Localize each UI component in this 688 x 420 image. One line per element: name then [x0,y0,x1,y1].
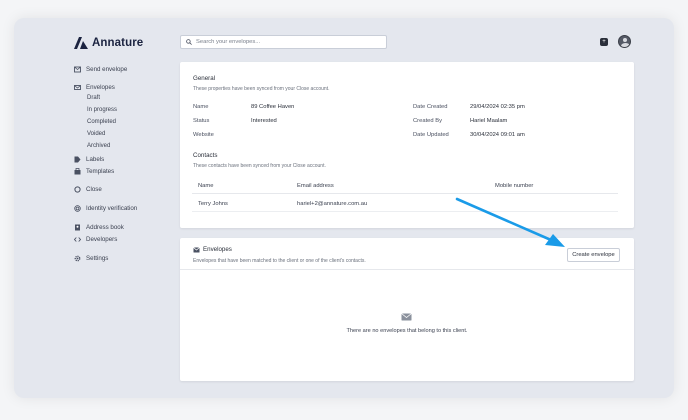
sidebar-item-label: Address book [86,223,124,231]
sidebar-item-templates[interactable]: Templates [74,166,114,176]
create-envelope-button[interactable]: Create envelope [567,248,620,262]
sidebar-item-close[interactable]: Close [74,184,102,194]
search-icon [186,39,192,45]
sidebar-item-label: Templates [86,167,115,175]
sidebar-item-label: Envelopes [86,83,115,91]
sidebar-item-send-envelope[interactable]: Send envelope [74,64,127,74]
sidebar-item-label: Send envelope [86,65,128,73]
envelope-icon [193,247,200,253]
general-card: General These properties have been synce… [180,62,634,228]
envelope-icon [74,84,81,91]
contacts-table-header: Name Email address Mobile number [192,180,618,194]
created-by-label: Created By [413,118,442,124]
avatar[interactable] [618,35,631,48]
send-icon [74,66,81,73]
empty-state-text: There are no envelopes that belong to th… [346,328,468,334]
gear-icon [74,255,81,262]
sidebar-item-developers[interactable]: Developers [74,234,117,244]
brand-logo[interactable]: Annature [74,37,143,49]
date-created-value: 29/04/2024 02:35 pm [470,104,525,110]
search-box[interactable]: Search your envelopes... [180,35,387,49]
sidebar-item-completed[interactable]: Completed [87,117,116,127]
status-label: Status [193,118,210,124]
general-subtitle: These properties have been synced from y… [193,86,330,92]
contacts-subtitle: These contacts have been synced from you… [193,163,326,169]
column-header-mobile: Mobile number [495,183,534,189]
date-updated-label: Date Updated [413,132,449,138]
contacts-title: Contacts [193,152,218,159]
search-input[interactable]: Search your envelopes... [196,39,260,45]
sidebar-item-label: Close [86,185,102,193]
status-value: Interested [251,118,277,124]
plus-square-icon[interactable]: + [600,38,608,46]
column-header-email: Email address [297,183,334,189]
sidebar-item-label: Identity verification [86,204,138,212]
contact-email: hariel+2@annature.com.au [297,201,368,207]
envelopes-card: Envelopes Envelopes that have been match… [180,238,634,381]
date-updated-value: 30/04/2024 09:01 am [470,132,525,138]
table-row[interactable]: Terry Johns hariel+2@annature.com.au [192,198,618,212]
sidebar-item-address-book[interactable]: Address book [74,222,124,232]
sidebar-item-draft[interactable]: Draft [87,93,100,103]
sidebar-item-label: Labels [86,155,105,163]
envelopes-subtitle: Envelopes that have been matched to the … [193,258,366,264]
fingerprint-icon [74,204,81,212]
code-icon [74,236,81,243]
close-crm-icon [74,185,81,193]
contact-name: Terry Johns [198,201,228,207]
sidebar-item-label: Developers [86,235,118,243]
envelopes-card-header: Envelopes Envelopes that have been match… [180,238,634,270]
envelopes-title: Envelopes [203,246,232,253]
sidebar-item-archived[interactable]: Archived [87,141,110,151]
general-title: General [193,75,216,82]
sidebar-item-envelopes[interactable]: Envelopes [74,82,115,92]
website-label: Website [193,132,214,138]
app-window: Annature Send envelope Envelopes Draft I… [14,18,674,398]
column-header-name: Name [198,183,214,189]
sidebar-item-voided[interactable]: Voided [87,129,105,139]
name-value: 89 Coffee Haven [251,104,295,110]
sidebar-item-label: Settings [86,254,109,262]
address-book-icon [74,224,81,231]
empty-envelope-icon [401,313,412,321]
sidebar-item-identity-verification[interactable]: Identity verification [74,203,137,213]
sidebar-item-labels[interactable]: Labels [74,154,104,164]
template-icon [74,167,81,175]
annature-logo-icon [74,37,88,49]
date-created-label: Date Created [413,104,448,110]
sidebar-item-in-progress[interactable]: In progress [87,105,117,115]
name-label: Name [193,104,209,110]
tag-icon [74,156,81,163]
sidebar-item-settings[interactable]: Settings [74,253,108,263]
brand-name: Annature [92,37,144,49]
created-by-value: Hariel Maalam [470,118,508,124]
